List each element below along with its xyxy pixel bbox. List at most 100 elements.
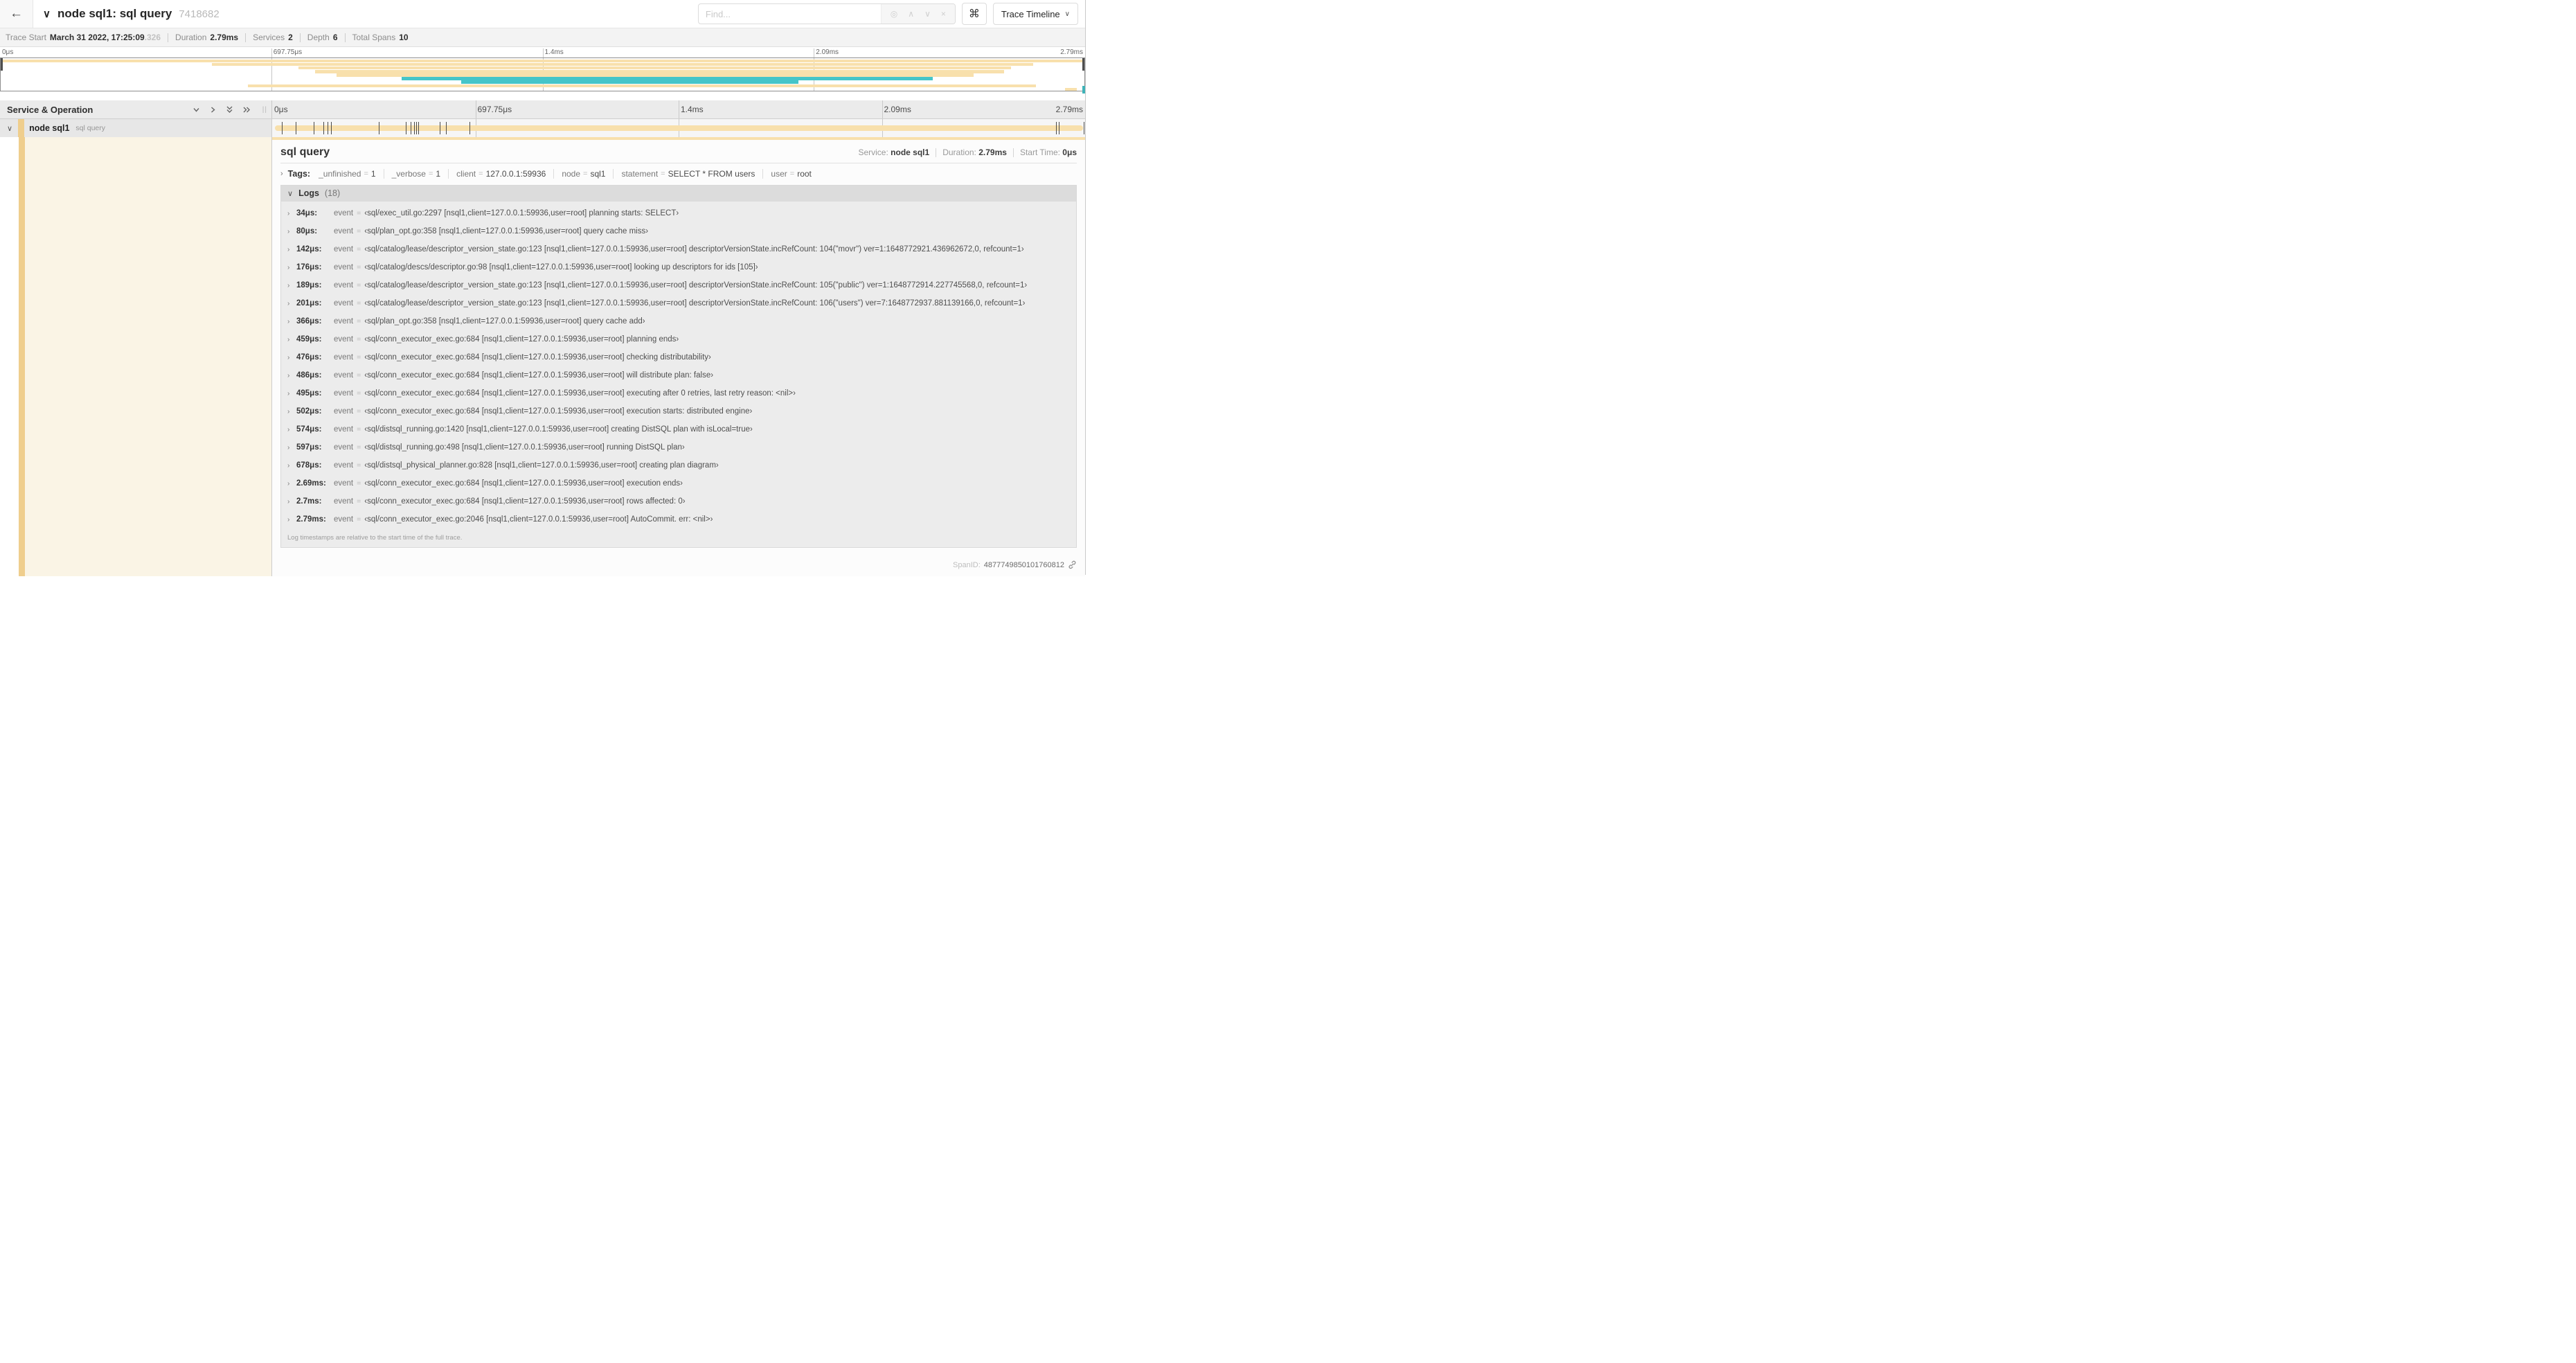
tag-item: statement = SELECT * FROM users	[621, 169, 755, 179]
minimap-left-drag-handle[interactable]	[1, 58, 3, 71]
minimap-span-bar	[314, 69, 1005, 73]
collapse-trace-chevron-icon[interactable]: ∨	[43, 8, 51, 20]
collapse-one-icon[interactable]	[193, 106, 200, 114]
logs-count: (18)	[324, 188, 341, 198]
log-row[interactable]: › 486μs: event = ‹sql/conn_executor_exec.go:…	[281, 366, 1076, 384]
summary-item-suffix: .326	[144, 33, 161, 42]
chevron-right-icon: ›	[287, 209, 290, 217]
log-equals: =	[357, 497, 361, 506]
log-row[interactable]: › 34μs: event = ‹sql/exec_util.go:2297 [nsql…	[281, 204, 1076, 222]
log-row[interactable]: › 366μs: event = ‹sql/plan_opt.go:358 [nsql1…	[281, 312, 1076, 330]
span-row-track[interactable]	[272, 119, 1085, 137]
deep-link-icon[interactable]	[1068, 560, 1077, 569]
next-result-icon[interactable]: ∨	[924, 10, 931, 18]
minimap-span-bar	[247, 84, 1036, 88]
log-equals: =	[357, 407, 361, 416]
log-value: ‹sql/catalog/descs/descriptor.go:98 [nsq…	[364, 263, 758, 271]
log-field-key: event	[334, 245, 354, 253]
minimap-canvas[interactable]	[0, 57, 1085, 91]
log-row[interactable]: › 2.7ms: event = ‹sql/conn_executor_exec.go:…	[281, 492, 1076, 510]
summary-item-value: 6	[332, 33, 338, 42]
log-marker[interactable]	[323, 122, 325, 134]
log-timestamp: 574μs:	[296, 425, 322, 434]
span-detail-panel: sql query Service: node sql1 Duration: 2…	[272, 137, 1085, 576]
chevron-right-icon: ›	[287, 515, 290, 524]
log-marker[interactable]	[1055, 122, 1057, 134]
minimap-tick-label: 1.4ms	[544, 48, 564, 56]
log-field-key: event	[334, 281, 354, 289]
log-row[interactable]: › 476μs: event = ‹sql/conn_executor_exec.go:…	[281, 348, 1076, 366]
clear-search-icon[interactable]: ×	[941, 10, 946, 18]
expand-all-icon[interactable]	[242, 106, 251, 114]
log-row[interactable]: › 678μs: event = ‹sql/distsql_physical_plann…	[281, 456, 1076, 474]
log-marker[interactable]	[416, 122, 418, 134]
start-time-value: 0μs	[1062, 148, 1077, 157]
log-timestamp: 476μs:	[296, 353, 322, 362]
logs-header[interactable]: ∨ Logs (18)	[281, 186, 1076, 202]
chevron-down-icon: ∨	[1064, 10, 1070, 18]
log-marker[interactable]	[446, 122, 447, 134]
log-row[interactable]: › 597μs: event = ‹sql/distsql_running.go:498…	[281, 438, 1076, 456]
back-button[interactable]: ←	[0, 0, 33, 28]
top-bar: ← ∨ node sql1: sql query 7418682 ◎ ∧ ∨ ×…	[0, 0, 1085, 28]
log-row[interactable]: › 176μs: event = ‹sql/catalog/descs/descript…	[281, 258, 1076, 276]
log-equals: =	[357, 227, 361, 235]
log-timestamp: 486μs:	[296, 371, 322, 380]
log-field-key: event	[334, 227, 354, 235]
log-row[interactable]: › 142μs: event = ‹sql/catalog/lease/descript…	[281, 240, 1076, 258]
log-row[interactable]: › 574μs: event = ‹sql/distsql_running.go:142…	[281, 420, 1076, 438]
log-marker[interactable]	[418, 122, 420, 134]
chevron-right-icon: ›	[287, 497, 290, 506]
tag-key: user	[771, 169, 787, 179]
log-row[interactable]: › 495μs: event = ‹sql/conn_executor_exec.go:…	[281, 384, 1076, 402]
log-marker[interactable]	[330, 122, 332, 134]
locate-icon[interactable]: ◎	[891, 10, 897, 18]
log-field-key: event	[334, 497, 354, 506]
timeline-gridline	[882, 100, 883, 118]
log-row[interactable]: › 459μs: event = ‹sql/conn_executor_exec.go:…	[281, 330, 1076, 348]
chevron-right-icon: ›	[287, 425, 290, 434]
divider	[448, 169, 449, 179]
span-duration-bar[interactable]	[275, 125, 1083, 131]
log-row[interactable]: › 189μs: event = ‹sql/catalog/lease/descript…	[281, 276, 1076, 294]
log-value: ‹sql/catalog/lease/descriptor_version_st…	[364, 281, 1028, 289]
find-group: ◎ ∧ ∨ ×	[697, 3, 956, 24]
log-equals: =	[357, 389, 361, 398]
log-marker[interactable]	[413, 122, 415, 134]
keyboard-shortcuts-button[interactable]: ⌘	[961, 3, 987, 25]
prev-result-icon[interactable]: ∧	[908, 10, 914, 18]
ruler-tick-label: 697.75μs	[477, 105, 512, 114]
chevron-down-icon: ∨	[287, 189, 294, 198]
back-arrow-icon: ←	[10, 6, 23, 21]
divider	[245, 33, 247, 42]
minimap-right-drag-handle[interactable]	[1082, 58, 1084, 71]
log-row[interactable]: › 502μs: event = ‹sql/conn_executor_exec.go:…	[281, 402, 1076, 420]
log-row[interactable]: › 201μs: event = ‹sql/catalog/lease/descript…	[281, 294, 1076, 312]
logs-title: Logs	[298, 188, 319, 198]
expand-one-icon[interactable]	[209, 106, 217, 114]
view-selector-button[interactable]: Trace Timeline ∨	[992, 3, 1078, 25]
logs-footnote: Log timestamps are relative to the start…	[287, 534, 463, 542]
chevron-right-icon: ›	[287, 479, 290, 488]
tags-accordion[interactable]: › Tags: _unfinished = 1 _verbose = 1 client = 12…	[272, 163, 1085, 183]
span-row-name-cell[interactable]: ∨ node sql1 sql query	[0, 119, 272, 137]
timeline-gridline	[271, 48, 272, 57]
log-value: ‹sql/conn_executor_exec.go:684 [nsql1,cl…	[364, 497, 686, 506]
column-resizer-handle[interactable]: ||	[262, 106, 267, 114]
log-field-key: event	[334, 299, 354, 308]
divider	[299, 33, 301, 42]
log-equals: =	[357, 281, 361, 289]
log-row[interactable]: › 80μs: event = ‹sql/plan_opt.go:358 [nsql1,…	[281, 222, 1076, 240]
summary-item: Total Spans 10	[352, 33, 409, 42]
log-field-key: event	[334, 515, 354, 524]
log-row[interactable]: › 2.69ms: event = ‹sql/conn_executor_exec.go…	[281, 474, 1076, 492]
chevron-right-icon: ›	[287, 335, 290, 344]
detail-span-title: sql query	[280, 146, 330, 158]
span-collapse-chevron-icon[interactable]: ∨	[7, 124, 12, 133]
log-marker[interactable]	[469, 122, 471, 134]
log-marker[interactable]	[282, 122, 283, 134]
find-input[interactable]	[698, 4, 881, 24]
log-row[interactable]: › 2.79ms: event = ‹sql/conn_executor_exec.go…	[281, 510, 1076, 528]
collapse-all-icon[interactable]	[226, 105, 233, 114]
tag-item: _verbose = 1	[392, 169, 441, 179]
